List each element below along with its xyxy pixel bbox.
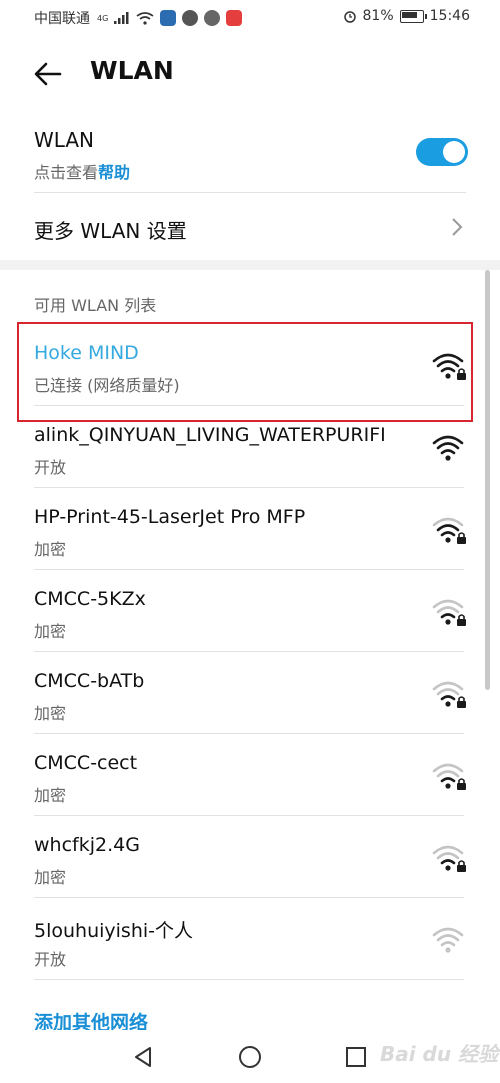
wifi-locked-icon (432, 845, 466, 872)
network-item[interactable]: alink_QINYUAN_LIVING_WATERPURIFI 开放 (0, 406, 480, 488)
network-name: 5louhuiyishi-个人 (34, 920, 193, 942)
battery-icon (399, 9, 427, 23)
wlan-toggle-row[interactable]: WLAN 点击查看帮助 (0, 116, 500, 192)
nav-recent-apps-icon[interactable] (345, 1046, 367, 1068)
network-name: HP-Print-45-LaserJet Pro MFP (34, 506, 306, 528)
help-prefix: 点击查看 (34, 163, 99, 182)
app-red-notification-icon (226, 10, 243, 26)
nav-home-icon[interactable] (238, 1045, 262, 1069)
status-bar: 中国联通 4G 81% 15:46 (0, 0, 500, 36)
network-name: CMCC-bATb (34, 670, 145, 692)
network-status: 加密 (34, 786, 67, 805)
network-list-title: 可用 WLAN 列表 (34, 296, 157, 315)
network-item[interactable]: CMCC-5KZx 加密 (0, 570, 480, 652)
battery-percent: 81% (362, 8, 394, 24)
wifi-icon (432, 927, 464, 953)
wifi-locked-icon (432, 517, 466, 544)
clock: 15:46 (429, 8, 470, 24)
network-status: 加密 (34, 622, 67, 641)
wifi-locked-icon (432, 681, 466, 708)
network-type: 4G (97, 13, 109, 23)
network-item[interactable]: 5louhuiyishi-个人 开放 (0, 898, 480, 980)
navigation-bar: Bai du 经验 (0, 1030, 500, 1083)
network-name: alink_QINYUAN_LIVING_WATERPURIFI (34, 424, 386, 446)
network-status: 加密 (34, 540, 67, 559)
network-item[interactable]: whcfkj2.4G 加密 (0, 816, 480, 898)
network-name: whcfkj2.4G (34, 834, 140, 856)
shield-notification-icon (204, 10, 221, 26)
more-wlan-settings-row[interactable]: 更多 WLAN 设置 (0, 193, 500, 260)
network-list-card: 可用 WLAN 列表 Hoke MIND 已连接 (网络质量好) alink_QIN… (0, 270, 500, 1083)
scrollbar[interactable] (485, 270, 490, 690)
network-item[interactable]: Hoke MIND 已连接 (网络质量好) (0, 324, 480, 406)
network-item[interactable]: CMCC-cect 加密 (0, 734, 480, 816)
toggle-knob (443, 141, 465, 163)
wifi-locked-icon (432, 599, 466, 626)
wlan-toggle-switch[interactable] (416, 138, 468, 166)
nav-back-icon[interactable] (132, 1045, 154, 1069)
wlan-toggle-label: WLAN (34, 128, 95, 152)
chevron-right-icon (452, 218, 463, 236)
back-arrow-icon[interactable] (30, 56, 66, 92)
header: WLAN (0, 36, 500, 116)
network-name: Hoke MIND (34, 342, 139, 364)
network-item[interactable]: HP-Print-45-LaserJet Pro MFP 加密 (0, 488, 480, 570)
more-wlan-settings-label: 更多 WLAN 设置 (34, 219, 187, 243)
network-status: 加密 (34, 868, 67, 887)
wlan-settings-screen: 中国联通 4G 81% 15:46 WLAN WLAN 点击查看帮助 更多 WL… (0, 0, 500, 1083)
wifi-locked-icon (432, 353, 466, 380)
watermark: Bai du 经验 (380, 1042, 499, 1066)
network-status: 开放 (34, 458, 67, 477)
wifi-icon (432, 435, 464, 461)
status-right: 81% 15:46 (343, 8, 470, 24)
help-link[interactable]: 帮助 (98, 163, 130, 182)
alarm-icon (343, 11, 356, 23)
network-status: 已连接 (网络质量好) (34, 376, 180, 395)
app-notification-icon (160, 10, 177, 26)
network-name: CMCC-5KZx (34, 588, 146, 610)
network-item[interactable]: CMCC-bATb 加密 (0, 652, 480, 734)
status-left: 中国联通 4G (34, 8, 243, 28)
wlan-settings-card: WLAN 点击查看帮助 更多 WLAN 设置 (0, 116, 500, 260)
page-title: WLAN (90, 56, 174, 85)
wifi-status-icon (136, 11, 154, 25)
divider (34, 979, 464, 980)
wlan-help-text: 点击查看帮助 (34, 159, 130, 183)
wifi-locked-icon (432, 763, 466, 790)
cellular-signal-icon (114, 12, 129, 24)
carrier-name: 中国联通 (34, 11, 90, 27)
network-status: 开放 (34, 950, 67, 969)
network-status: 加密 (34, 704, 67, 723)
network-name: CMCC-cect (34, 752, 138, 774)
record-notification-icon (182, 10, 199, 26)
